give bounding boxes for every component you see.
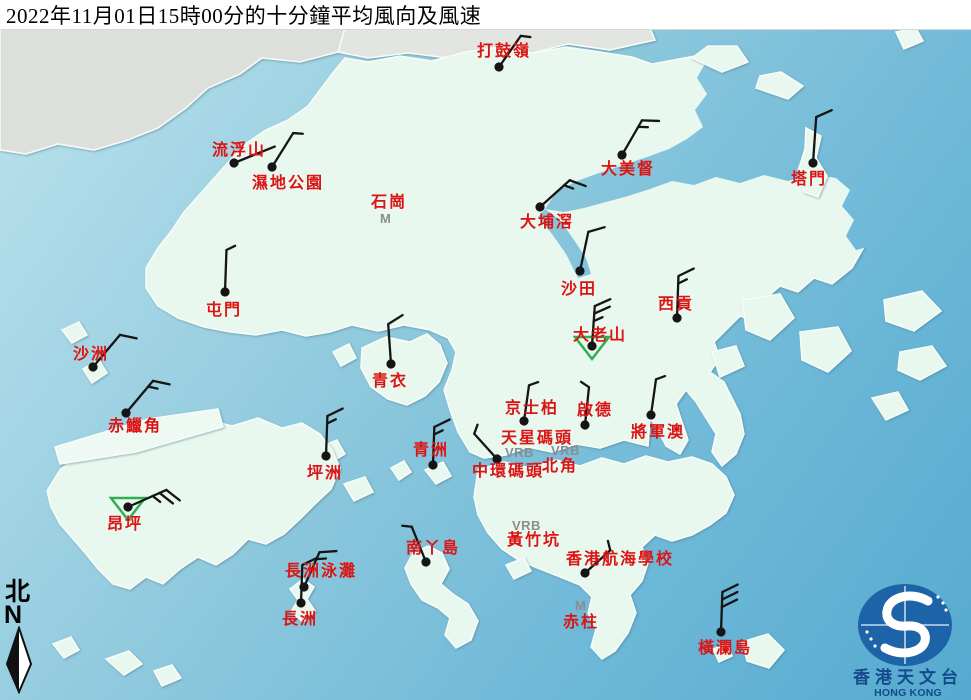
north-compass: 北 N	[2, 580, 42, 694]
station-dot-sai-kung	[672, 313, 682, 323]
hko-logo-name-cn: 香港天文台	[845, 668, 971, 688]
wind-barb-central-pier	[468, 425, 507, 466]
wind-barb-green-island	[428, 419, 449, 470]
wind-barb-sha-chau	[87, 326, 137, 380]
station-dot-tai-mei-tuk	[616, 149, 629, 162]
wind-barb-ngong-ping	[111, 482, 180, 522]
wind-barb-lamma-island	[402, 521, 432, 570]
station-dot-tsing-yi	[386, 359, 396, 369]
wind-barb-tai-mei-tuk	[616, 111, 659, 166]
north-arrow-icon	[2, 626, 42, 694]
station-dot-peng-chau	[321, 451, 331, 461]
station-dot-kings-park	[519, 416, 529, 426]
wind-barb-tseung-kwan-o	[646, 374, 665, 420]
wind-barb-tai-po-kau	[534, 171, 586, 221]
wind-barb-wetland-park	[266, 127, 303, 176]
wind-barb-cheung-chau-beach	[298, 543, 336, 597]
hko-logo-name-en: HONG KONG OBSERVATORY	[845, 688, 971, 700]
wind-barb-peng-chau	[321, 408, 342, 461]
compass-north-en-label: N	[4, 605, 42, 626]
station-dot-tseung-kwan-o	[646, 410, 656, 420]
station-dot-waglan-island	[716, 627, 726, 637]
wind-barb-tap-mun	[808, 109, 832, 169]
station-dot-wetland-park	[266, 161, 279, 174]
wind-barb-tates-cairn	[575, 298, 610, 359]
station-dot-green-island	[428, 460, 438, 470]
station-dot-tates-cairn	[587, 341, 597, 351]
hko-logo: 香港天文台 HONG KONG OBSERVATORY	[845, 583, 971, 700]
wind-barb-sai-kung	[672, 268, 693, 323]
wind-barb-kings-park	[519, 380, 538, 426]
wind-barb-kai-tak	[576, 382, 594, 430]
station-dot-ngong-ping	[122, 501, 134, 513]
station-dot-tuen-mun	[220, 287, 230, 297]
wind-barbs-layer	[0, 0, 971, 700]
hko-logo-icon	[845, 583, 971, 667]
wind-barb-sha-tin	[575, 223, 605, 279]
title-bar: 2022年11月01日15時00分的十分鐘平均風向及風速	[0, 0, 971, 30]
wind-barb-ta-kwu-ling	[493, 30, 531, 76]
station-dot-cheung-chau-beach	[298, 581, 310, 593]
wind-barb-hk-sea-school	[576, 541, 617, 580]
wind-barb-tuen-mun	[220, 245, 235, 297]
station-dot-lau-fau-shan	[228, 157, 240, 169]
wind-barb-chek-lap-kok	[120, 372, 170, 426]
station-dot-lamma-island	[420, 556, 432, 568]
station-dot-tap-mun	[808, 158, 818, 168]
station-dot-sha-tin	[575, 266, 586, 277]
wind-barb-waglan-island	[716, 584, 737, 637]
wind-map-screen: 打鼓嶺流浮山濕地公園石崗M大美督塔門大埔滘沙田西貢大老山屯門沙洲赤鱲角青衣坪洲青…	[0, 0, 971, 700]
wind-barb-tsing-yi	[383, 315, 406, 369]
station-dot-cheung-chau	[296, 598, 306, 608]
page-title: 2022年11月01日15時00分的十分鐘平均風向及風速	[0, 0, 481, 30]
station-dot-kai-tak	[580, 420, 590, 430]
